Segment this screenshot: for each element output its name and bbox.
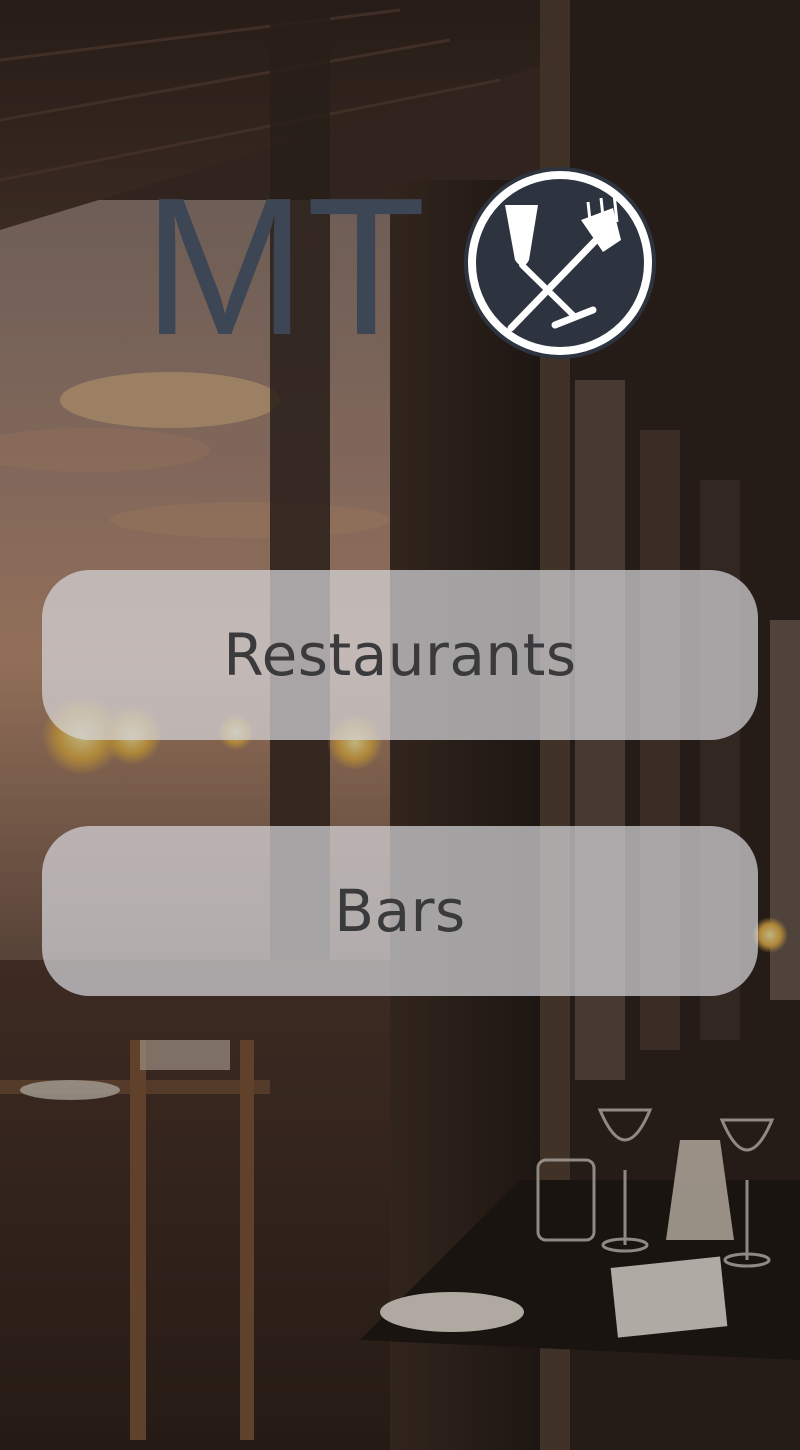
bars-button[interactable]: Bars	[42, 826, 758, 996]
brand-logo: MT	[143, 157, 663, 376]
logo-text: MT	[143, 160, 426, 370]
glass-and-fork-in-circle-icon	[464, 167, 656, 359]
restaurants-button[interactable]: Restaurants	[42, 570, 758, 740]
